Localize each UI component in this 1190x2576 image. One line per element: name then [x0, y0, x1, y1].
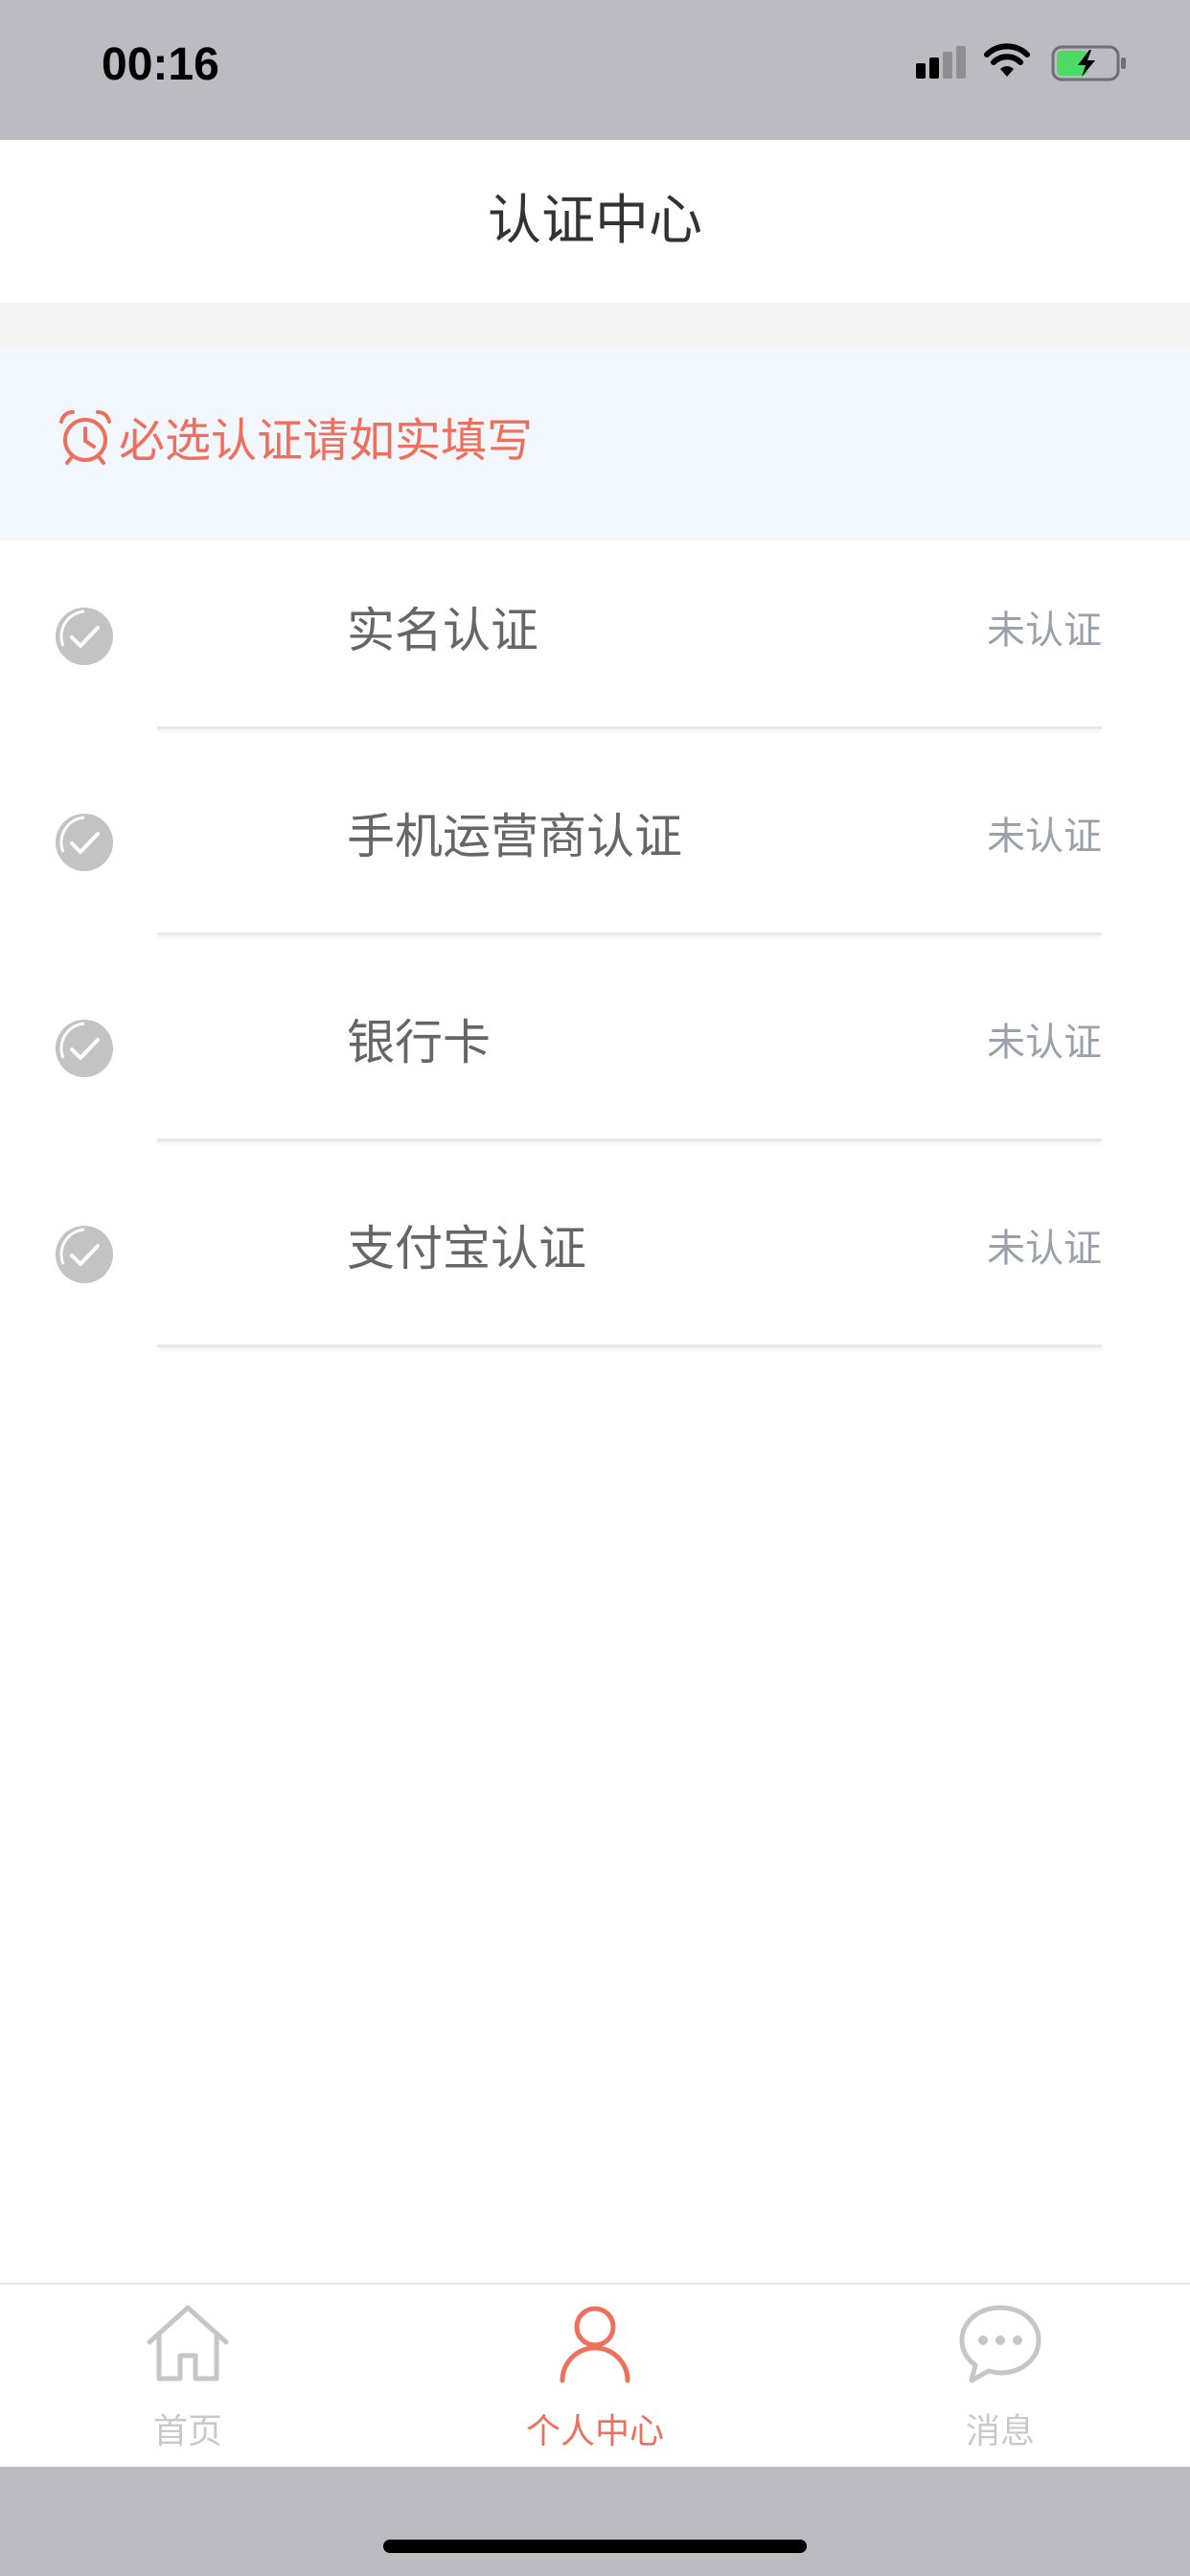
- nav-bar: 认证中心: [0, 140, 1190, 303]
- section-gap: [0, 303, 1190, 347]
- auth-item-status: 未认证: [987, 1021, 1102, 1065]
- auth-item-alipay[interactable]: 支付宝认证 未认证: [0, 1159, 1190, 1365]
- tab-label: 个人中心: [525, 2412, 664, 2451]
- check-circle-icon: [56, 608, 113, 665]
- wifi-icon: [984, 43, 1030, 77]
- status-time: 00:16: [102, 39, 219, 90]
- divider: [157, 726, 1102, 729]
- auth-item-carrier[interactable]: 手机运营商认证 未认证: [0, 747, 1190, 953]
- battery-charging-icon: [1051, 45, 1126, 81]
- auth-item-bank-card[interactable]: 银行卡 未认证: [0, 953, 1190, 1159]
- home-indicator-area: [0, 2467, 1190, 2576]
- auth-item-label: 银行卡: [347, 1015, 491, 1070]
- auth-item-label: 支付宝认证: [347, 1221, 586, 1276]
- home-icon: [147, 2305, 229, 2381]
- tab-label: 首页: [152, 2412, 222, 2451]
- auth-list: 实名认证 未认证 手机运营商认证 未认证 银行卡 未认证 支付宝认证 未认证: [0, 540, 1190, 1365]
- check-circle-icon: [56, 1020, 113, 1077]
- person-icon: [560, 2306, 630, 2383]
- divider: [157, 1345, 1102, 1347]
- home-indicator[interactable]: [383, 2540, 807, 2553]
- notice-banner: 必选认证请如实填写: [0, 347, 1190, 540]
- check-circle-icon: [56, 1226, 113, 1283]
- divider: [157, 932, 1102, 935]
- auth-item-label: 手机运营商认证: [347, 809, 682, 864]
- status-bar: 00:16: [0, 0, 1190, 140]
- alarm-clock-icon: [59, 409, 111, 465]
- tab-label: 消息: [965, 2412, 1035, 2451]
- signal-icon: [916, 46, 966, 79]
- page-title: 认证中心: [488, 190, 702, 252]
- auth-item-status: 未认证: [987, 815, 1102, 859]
- auth-item-label: 实名认证: [347, 603, 538, 658]
- auth-item-real-name[interactable]: 实名认证 未认证: [0, 540, 1190, 747]
- divider: [157, 1138, 1102, 1141]
- check-circle-icon: [56, 814, 113, 871]
- notice-text: 必选认证请如实填写: [119, 414, 534, 468]
- auth-item-status: 未认证: [987, 1227, 1102, 1271]
- chat-bubble-icon: [959, 2305, 1041, 2383]
- tab-bar: 首页 个人中心 消息: [0, 2283, 1190, 2469]
- auth-item-status: 未认证: [987, 609, 1102, 653]
- tab-home[interactable]: 首页: [73, 2285, 303, 2469]
- tab-profile[interactable]: 个人中心: [480, 2285, 710, 2469]
- tab-messages[interactable]: 消息: [885, 2285, 1115, 2469]
